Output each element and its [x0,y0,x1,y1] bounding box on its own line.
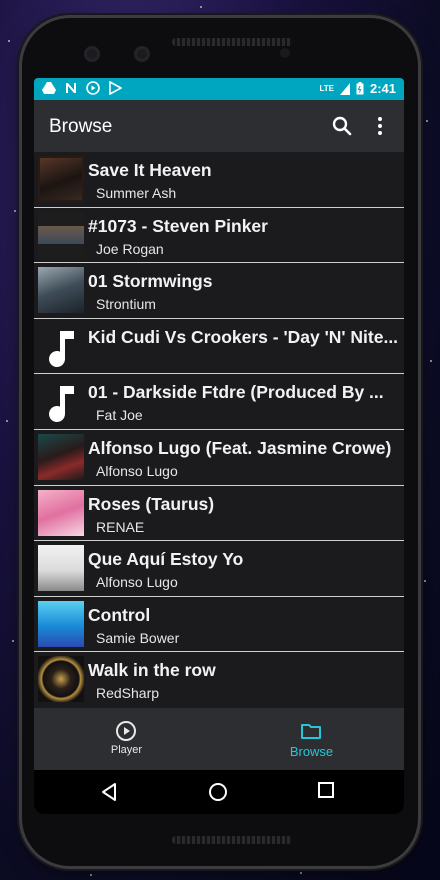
earpiece-speaker [172,38,292,46]
signal-icon [339,82,350,95]
track-title: Control [88,604,151,625]
battery-icon [356,82,364,95]
recents-icon[interactable] [318,782,334,798]
track-artist: Samie Bower [96,629,180,646]
app-bar: Browse [34,100,404,152]
play-circle-icon [116,721,136,741]
system-navigation-bar [34,770,404,814]
network-type: LTE [319,84,334,93]
nav-browse-label: Browse [289,744,334,759]
track-title: 01 - Darkside Ftdre (Produced By ... [88,382,384,403]
list-item[interactable]: Save It Heaven Summer Ash [34,152,404,208]
track-title: Kid Cudi Vs Crookers - 'Day 'N' Nite... [88,326,399,347]
list-item[interactable]: Control Samie Bower [34,596,404,653]
list-item[interactable]: 01 - Darkside Ftdre (Produced By ... Fat… [34,374,404,430]
track-artist: RENAE [96,518,145,535]
music-note-icon [49,330,74,367]
nav-player[interactable]: Player [34,708,219,770]
track-title: #1073 - Steven Pinker [88,215,268,236]
list-item[interactable]: Roses (Taurus) RENAE [34,485,404,542]
bottom-navigation: Player Browse [34,708,404,770]
bottom-speaker [172,836,292,844]
track-artist: RedSharp [96,685,160,702]
album-art [38,545,84,592]
album-art [38,156,84,202]
list-item[interactable]: 01 Stormwings Strontium [34,263,404,319]
album-art [38,433,84,480]
more-vert-icon[interactable] [372,114,388,138]
play-store-icon [109,81,122,95]
search-icon[interactable] [330,114,354,138]
nav-browse[interactable]: Browse [219,708,404,770]
page-title: Browse [49,116,113,137]
music-note-icon [49,386,74,423]
track-title: Save It Heaven [88,160,212,180]
back-icon[interactable] [100,782,118,802]
n-icon [66,83,76,93]
track-list: Save It Heaven Summer Ash #1073 - Steven… [34,152,404,708]
album-art [38,267,84,314]
play-circle-icon [86,81,100,95]
front-camera [84,46,100,62]
device-screen: LTE 2:41 Browse Save It Heaven Summer As… [34,78,404,814]
track-title: Alfonso Lugo (Feat. Jasmine Crowe) [88,437,392,458]
track-artist: Alfonso Lugo [96,574,178,591]
track-artist: Fat Joe [96,407,143,424]
album-art [38,600,84,647]
list-item[interactable]: Alfonso Lugo (Feat. Jasmine Crowe) Alfon… [34,429,404,486]
track-title: Que Aquí Estoy Yo [88,549,244,570]
track-title: Walk in the row [88,660,216,681]
proximity-sensor [280,48,290,58]
nav-player-label: Player [110,744,143,756]
album-art [38,656,84,703]
track-artist: Strontium [96,296,156,313]
track-artist: Joe Rogan [96,240,164,257]
list-item[interactable]: #1073 - Steven Pinker Joe Rogan [34,207,404,264]
track-artist: Alfonso Lugo [96,462,178,479]
status-bar: LTE 2:41 [34,78,404,100]
front-sensor [134,46,150,62]
status-time: 2:41 [369,81,396,96]
list-item[interactable]: Que Aquí Estoy Yo Alfonso Lugo [34,541,404,597]
track-title: 01 Stormwings [88,271,213,292]
album-art [38,489,84,536]
list-item[interactable]: Kid Cudi Vs Crookers - 'Day 'N' Nite... [34,318,404,375]
album-art [38,211,84,258]
track-title: Roses (Taurus) [88,493,215,514]
folder-icon [301,724,321,739]
track-artist: Summer Ash [96,185,177,201]
drive-icon [42,82,56,94]
home-icon[interactable] [208,782,228,802]
list-item[interactable]: Walk in the row RedSharp [34,652,404,708]
